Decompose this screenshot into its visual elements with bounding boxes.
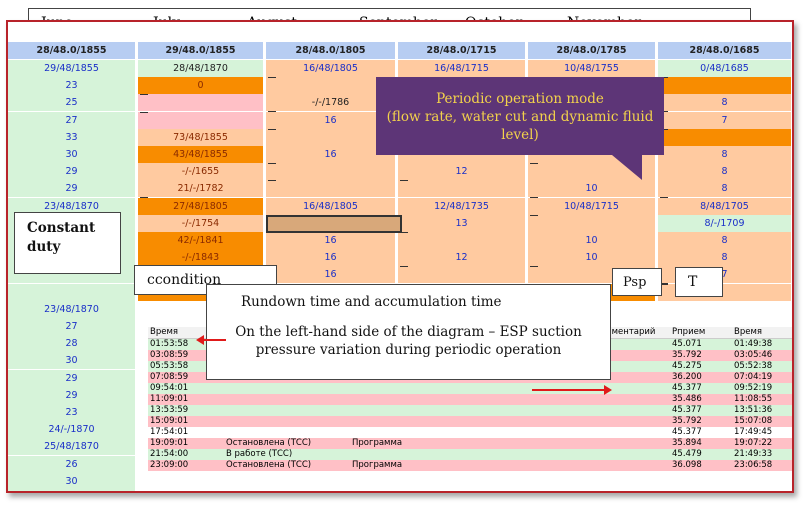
arrow-left [196,335,226,345]
annotation-arrows [196,335,612,395]
arrow-right [532,385,612,395]
